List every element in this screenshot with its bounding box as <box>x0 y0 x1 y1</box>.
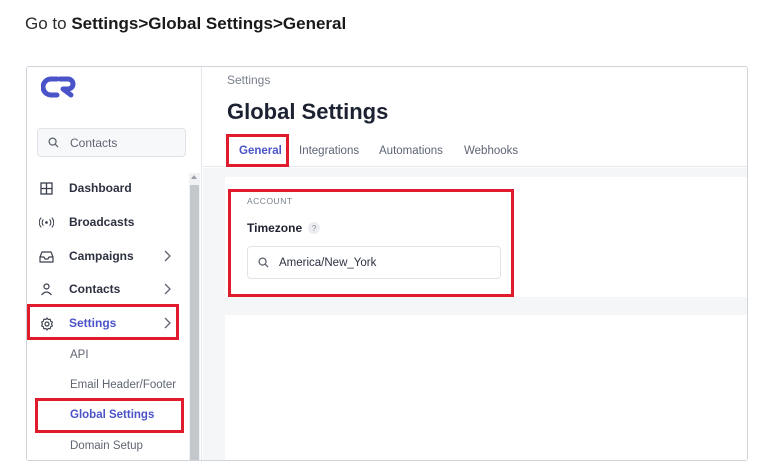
sidebar-item-campaigns[interactable]: Campaigns <box>27 241 187 271</box>
grid-icon <box>39 181 54 196</box>
chevron-right-icon <box>163 283 171 298</box>
sidebar-item-label: Campaigns <box>69 249 134 263</box>
sidebar: Contacts Dashboard Broadcasts Campaigns <box>27 67 202 460</box>
submenu-item-email-header-footer[interactable]: Email Header/Footer <box>70 379 176 391</box>
submenu-item-global-settings[interactable]: Global Settings <box>70 409 154 421</box>
active-tab-indicator <box>237 164 285 166</box>
submenu-item-domain-setup[interactable]: Domain Setup <box>70 440 143 452</box>
chevron-right-icon <box>163 250 171 265</box>
section-label-account: ACCOUNT <box>247 196 293 206</box>
timezone-select[interactable]: America/New_York <box>247 246 501 279</box>
sidebar-item-dashboard[interactable]: Dashboard <box>27 173 187 203</box>
instruction-path: Settings>Global Settings>General <box>71 14 347 33</box>
sidebar-item-broadcasts[interactable]: Broadcasts <box>27 207 187 237</box>
instruction-prefix: Go to <box>25 14 72 33</box>
app-window: Contacts Dashboard Broadcasts Campaigns <box>26 66 748 461</box>
scroll-thumb[interactable] <box>190 185 199 460</box>
help-icon[interactable]: ? <box>308 222 321 234</box>
breadcrumb[interactable]: Settings <box>227 73 270 87</box>
timezone-value: America/New_York <box>279 256 377 269</box>
cr-logo-icon[interactable] <box>40 73 81 101</box>
sidebar-item-label: Dashboard <box>69 181 132 195</box>
instruction-text: Go to Settings>Global Settings>General <box>25 14 346 34</box>
sidebar-item-contacts[interactable]: Contacts <box>27 274 187 304</box>
account-card: ACCOUNT Timezone ? America/New_York <box>225 177 747 297</box>
sidebar-scrollbar[interactable] <box>189 173 200 460</box>
sidebar-item-label: Contacts <box>69 282 121 296</box>
sidebar-item-label: Broadcasts <box>69 215 135 229</box>
search-placeholder: Contacts <box>70 135 118 150</box>
submenu-item-api[interactable]: API <box>70 349 89 361</box>
sidebar-item-label: Settings <box>69 316 117 330</box>
timezone-label-text: Timezone <box>247 221 303 235</box>
inbox-icon <box>39 249 54 264</box>
scroll-up-arrow-icon[interactable] <box>191 175 197 179</box>
tab-integrations[interactable]: Integrations <box>299 145 359 157</box>
sidebar-item-settings[interactable]: Settings <box>27 308 187 338</box>
timezone-label: Timezone ? <box>247 221 321 235</box>
page-title: Global Settings <box>227 99 389 124</box>
sidebar-search[interactable]: Contacts <box>37 128 186 157</box>
search-icon <box>48 137 59 148</box>
broadcast-icon <box>39 215 54 230</box>
user-icon <box>39 282 54 297</box>
tab-general[interactable]: General <box>239 145 282 157</box>
chevron-right-icon <box>163 317 171 332</box>
tab-webhooks[interactable]: Webhooks <box>464 145 518 157</box>
tab-bar: General Integrations Automations Webhook… <box>203 135 747 167</box>
tab-automations[interactable]: Automations <box>379 145 443 157</box>
main-panel: Settings Global Settings General Integra… <box>203 67 747 460</box>
search-icon <box>258 257 269 268</box>
settings-card <box>225 315 747 460</box>
gear-icon <box>39 316 54 331</box>
